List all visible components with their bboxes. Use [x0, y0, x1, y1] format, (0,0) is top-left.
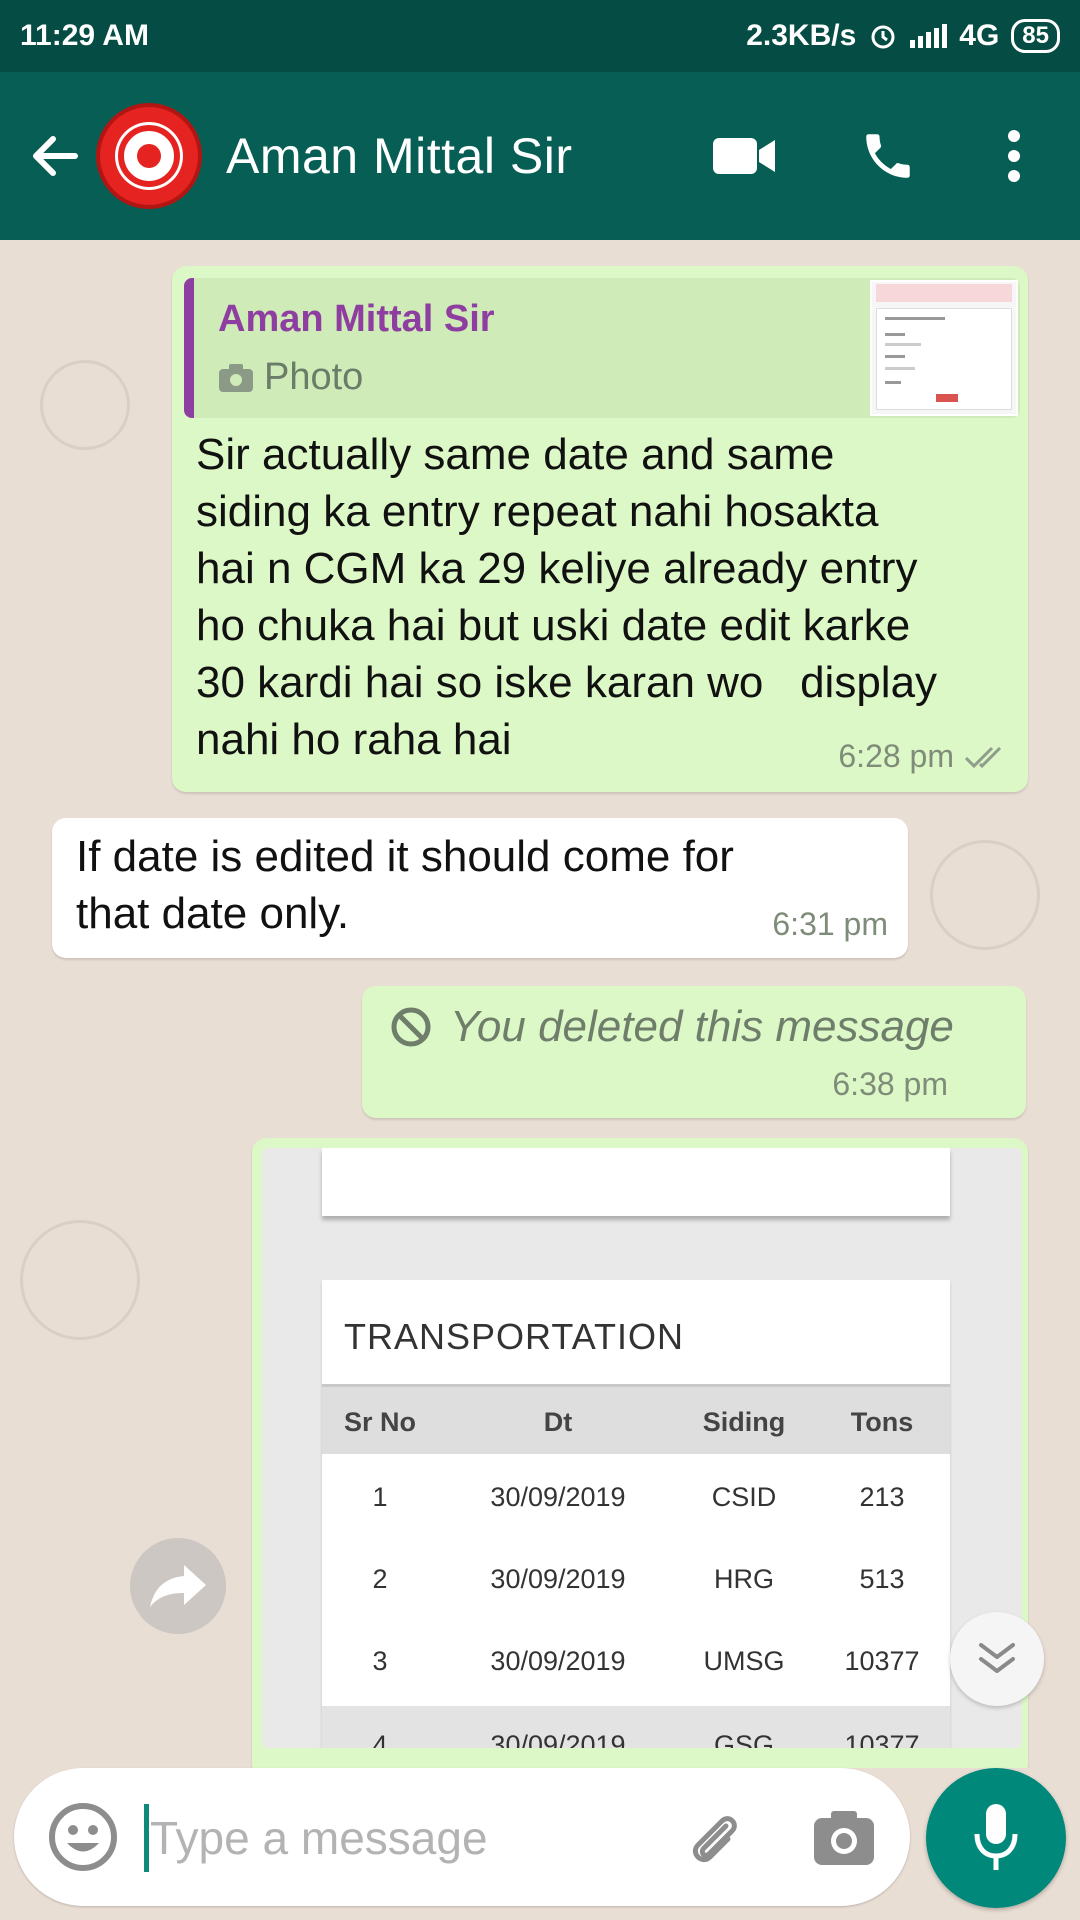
message-bubble-deleted[interactable]: You deleted this message 6:38 pm: [362, 986, 1026, 1118]
message-time: 6:38 pm: [832, 1066, 948, 1102]
chat-area[interactable]: Aman Mittal Sir Photo Sir actually same …: [0, 240, 1080, 1768]
column-header: Sr No: [343, 1407, 417, 1437]
blocked-icon: [391, 1007, 431, 1047]
forward-button[interactable]: [130, 1538, 226, 1634]
table-row: 2 30/09/2019 HRG 513: [322, 1538, 950, 1622]
phone-icon: [866, 134, 910, 178]
quote-type: Photo: [264, 356, 364, 398]
reply-quote[interactable]: Aman Mittal Sir Photo: [184, 278, 1020, 418]
table-cell: 1: [372, 1482, 388, 1512]
table-cell: 30/09/2019: [490, 1730, 626, 1748]
column-header: Dt: [543, 1407, 573, 1437]
table-cell: UMSG: [703, 1646, 785, 1676]
table-cell: 4: [372, 1730, 388, 1748]
chevron-double-down-icon: [979, 1643, 1015, 1673]
table-cell: 513: [859, 1564, 905, 1594]
table-cell: GSG: [713, 1730, 775, 1748]
deleted-text: You deleted this message: [450, 1002, 954, 1051]
network-speed: 2.3KB/s: [746, 19, 857, 52]
railway-logo: [118, 125, 180, 187]
table-cell: 10377: [844, 1730, 920, 1748]
message-time: 6:28 pm: [838, 738, 954, 774]
attach-button[interactable]: [674, 1798, 754, 1878]
table-row: 3 30/09/2019 UMSG 10377: [322, 1622, 950, 1706]
paperclip-icon: [692, 1816, 737, 1863]
message-bubble-image[interactable]: TRANSPORTATION Sr No Dt Siding Tons 1 30…: [252, 1138, 1028, 1768]
microphone-icon: [974, 1804, 1018, 1870]
status-indicators: 2.3KB/s 4G 85: [746, 19, 1060, 53]
video-camera-icon: [713, 138, 775, 174]
avatar[interactable]: [96, 103, 202, 209]
forward-icon: [150, 1565, 206, 1607]
message-text: Sir actually same date and same siding k…: [196, 430, 938, 764]
contact-name[interactable]: Aman Mittal Sir: [226, 127, 572, 185]
table-row: 1 30/09/2019 CSID 213: [322, 1454, 950, 1538]
camera-small-icon: [219, 363, 253, 392]
column-header: Tons: [850, 1407, 914, 1437]
message-bubble-outgoing[interactable]: Aman Mittal Sir Photo Sir actually same …: [172, 266, 1028, 792]
table-cell: 30/09/2019: [490, 1646, 626, 1676]
quote-thumbnail: [870, 280, 1018, 416]
status-time: 11:29 AM: [20, 19, 149, 52]
table-cell: 2: [372, 1564, 388, 1594]
emoji-icon: [49, 1803, 117, 1871]
alarm-icon: [871, 25, 895, 49]
battery-level: 85: [1022, 22, 1049, 49]
camera-icon: [814, 1811, 874, 1865]
table-cell: HRG: [714, 1564, 774, 1594]
menu-button[interactable]: [972, 114, 1056, 198]
message-composer: [14, 1768, 910, 1906]
video-call-button[interactable]: [702, 114, 786, 198]
message-meta: 6:28 pm: [838, 738, 1008, 775]
back-button[interactable]: [14, 116, 94, 196]
scroll-to-bottom-button[interactable]: [950, 1612, 1044, 1706]
camera-button[interactable]: [804, 1798, 884, 1878]
column-header: Siding: [702, 1407, 786, 1437]
more-vert-icon: [1008, 130, 1020, 182]
signal-icon: [910, 24, 948, 48]
chat-header: Aman Mittal Sir: [0, 72, 1080, 240]
image-content[interactable]: TRANSPORTATION Sr No Dt Siding Tons 1 30…: [262, 1148, 1022, 1748]
quote-sender: Aman Mittal Sir: [218, 298, 495, 340]
table-header: Sr No Dt Siding Tons: [322, 1384, 950, 1454]
table-row: 4 30/09/2019 GSG 10377: [322, 1706, 950, 1748]
table-cell: 30/09/2019: [490, 1564, 626, 1594]
table-cell: CSID: [711, 1482, 777, 1512]
table-cell: 10377: [844, 1646, 920, 1676]
battery-icon: 85: [1011, 19, 1060, 53]
message-time: 6:31 pm: [772, 906, 888, 942]
table-cell: 30/09/2019: [490, 1482, 626, 1512]
network-type: 4G: [959, 19, 1000, 52]
voice-call-button[interactable]: [846, 114, 930, 198]
table-cell: 3: [372, 1646, 388, 1676]
transportation-card: TRANSPORTATION Sr No Dt Siding Tons 1 30…: [322, 1280, 950, 1748]
message-text: If date is edited it should come for tha…: [76, 832, 734, 938]
message-bubble-incoming[interactable]: If date is edited it should come for tha…: [52, 818, 908, 958]
emoji-button[interactable]: [44, 1798, 122, 1876]
status-bar: 11:29 AM 2.3KB/s 4G 85: [0, 0, 1080, 72]
message-input[interactable]: [150, 1798, 550, 1878]
table-cell: 213: [859, 1482, 905, 1512]
card-title: TRANSPORTATION: [344, 1316, 685, 1357]
text-caret: [144, 1804, 149, 1872]
double-check-icon: [964, 746, 1002, 768]
voice-record-button[interactable]: [926, 1768, 1066, 1908]
arrow-left-icon: [33, 136, 78, 176]
